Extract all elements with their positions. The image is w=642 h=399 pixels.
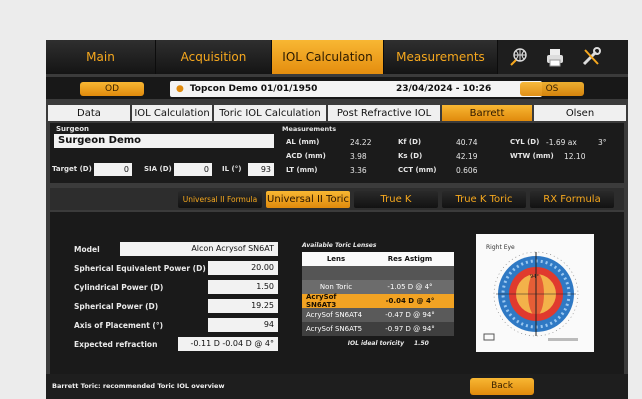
cyl-power-label: Cylindrical Power (D) (74, 283, 164, 292)
cyl-label: CYL (D) (510, 138, 540, 146)
model-field: Alcon Acrysof SN6AT (120, 242, 278, 256)
surgeon-label: Surgeon (56, 125, 90, 133)
tab-iol-calculation[interactable]: IOL Calculation (272, 40, 384, 74)
sub-tabs: Data IOL Calculation Toric IOL Calculati… (48, 105, 626, 121)
formula-tab-true-k-toric[interactable]: True K Toric (442, 191, 526, 208)
export-globe-icon[interactable] (508, 46, 530, 68)
os-button[interactable]: OS (520, 82, 584, 96)
subtab-toric-iol-calculation[interactable]: Toric IOL Calculation (214, 105, 326, 121)
wtw-label: WTW (mm) (510, 152, 554, 160)
ideal-toricity-row: IOL ideal toricity 1.50 (302, 336, 454, 350)
surgeon-input[interactable]: Surgeon Demo (54, 134, 274, 148)
il-input[interactable]: 93 (248, 163, 274, 176)
measurements-panel: Surgeon Surgeon Demo Target (D) 0 SIA (D… (50, 123, 624, 183)
lens-row-sn6at5[interactable]: AcrySof SN6AT5 -0.97 D @ 94° (302, 322, 454, 336)
lens-res: -0.47 D @ 94° (385, 311, 435, 319)
formula-tab-universal-ii-toric[interactable]: Universal II Toric (266, 191, 350, 208)
lt-value: 3.36 (350, 166, 367, 175)
patient-info: ● Topcon Demo 01/01/1950 23/04/2024 - 10… (170, 81, 542, 97)
al-value: 24.22 (350, 138, 372, 147)
measurements-label: Measurements (282, 125, 337, 133)
subtab-barrett[interactable]: Barrett (442, 105, 532, 121)
patient-date: 23/04/2024 - 10:26 (396, 84, 492, 94)
subtab-iol-calculation[interactable]: IOL Calculation (132, 105, 212, 121)
cyl-value: -1.69 ax (546, 138, 577, 147)
ideal-toricity-label: IOL ideal toricity (347, 339, 404, 347)
lens-name: AcrySof SN6AT5 (306, 325, 363, 333)
col-res-astigm: Res Astigm (387, 255, 433, 263)
il-label: IL (°) (222, 165, 242, 173)
lens-name: AcrySof SN6AT4 (306, 311, 363, 319)
tab-measurements[interactable]: Measurements (384, 40, 498, 74)
lens-name: Non Toric (319, 283, 353, 291)
sia-input[interactable]: 0 (174, 163, 212, 176)
lens-res: -0.97 D @ 94° (385, 325, 435, 333)
tools-icon[interactable] (580, 46, 602, 68)
tab-acquisition[interactable]: Acquisition (156, 40, 272, 74)
main-nav: Main Acquisition IOL Calculation Measure… (46, 40, 628, 74)
cyl-power-field: 1.50 (208, 280, 278, 294)
sph-power-field: 19.25 (208, 299, 278, 313)
kf-label: Kf (D) (398, 138, 422, 146)
acd-value: 3.98 (350, 152, 367, 161)
expected-refraction-field: -0.11 D -0.04 D @ 4° (178, 337, 278, 351)
col-lens: Lens (326, 255, 346, 263)
sph-power-label: Spherical Power (D) (74, 302, 159, 311)
lens-row-sn6at3[interactable]: AcrySof SN6AT3 -0.04 D @ 4° (302, 293, 454, 309)
formula-tabs: Universal II Formula Universal II Toric … (50, 188, 624, 210)
target-label: Target (D) (52, 165, 92, 173)
cct-value: 0.606 (456, 166, 478, 175)
tab-main[interactable]: Main (46, 40, 156, 74)
subtab-data[interactable]: Data (48, 105, 130, 121)
lens-table-spacer (302, 266, 454, 280)
ks-label: Ks (D) (398, 152, 423, 160)
sia-label: SIA (D) (144, 165, 172, 173)
lens-row-non-toric[interactable]: Non Toric -1.05 D @ 4° (302, 280, 454, 294)
lens-table-header: Lens Res Astigm (302, 252, 454, 266)
back-button[interactable]: Back (470, 378, 534, 395)
wtw-value: 12.10 (564, 152, 586, 161)
axis-field: 94 (208, 318, 278, 332)
footer-bar: Barrett Toric: recommended Toric IOL ove… (46, 374, 628, 399)
acd-label: ACD (mm) (286, 152, 326, 160)
toric-axis-graphic (483, 251, 579, 341)
patient-name: Topcon Demo 01/01/1950 (189, 84, 318, 94)
lens-res: -0.04 D @ 4° (385, 297, 435, 305)
axis-label: Axis of Placement (°) (74, 321, 164, 330)
se-power-field: 20.00 (208, 261, 278, 275)
toolbar-icons (508, 46, 602, 68)
app-window: Main Acquisition IOL Calculation Measure… (46, 40, 628, 399)
eye-diagram: Right Eye 94° (476, 234, 594, 352)
od-button[interactable]: OD (80, 82, 144, 96)
patient-icon: ● (176, 84, 184, 94)
cyl-axis-value: 3° (598, 138, 607, 147)
lens-table: Lens Res Astigm Non Toric -1.05 D @ 4° A… (302, 252, 454, 350)
cct-label: CCT (mm) (398, 166, 437, 174)
al-label: AL (mm) (286, 138, 320, 146)
axis-angle-label: 94° (530, 274, 539, 280)
ks-value: 42.19 (456, 152, 478, 161)
ideal-toricity-value: 1.50 (414, 339, 429, 347)
subtab-olsen[interactable]: Olsen (534, 105, 626, 121)
lens-table-title: Available Toric Lenses (302, 242, 377, 249)
formula-tab-universal-ii[interactable]: Universal II Formula (178, 191, 262, 208)
lens-row-sn6at4[interactable]: AcrySof SN6AT4 -0.47 D @ 94° (302, 308, 454, 322)
kf-value: 40.74 (456, 138, 478, 147)
target-input[interactable]: 0 (94, 163, 132, 176)
footer-caption: Barrett Toric: recommended Toric IOL ove… (52, 382, 225, 390)
model-label: Model (74, 245, 100, 254)
expected-refraction-label: Expected refraction (74, 340, 158, 349)
lens-res: -1.05 D @ 4° (387, 283, 433, 291)
se-power-label: Spherical Equivalent Power (D) (74, 264, 206, 273)
formula-tab-rx-formula[interactable]: RX Formula (530, 191, 614, 208)
print-icon[interactable] (544, 46, 566, 68)
eye-label: Right Eye (486, 244, 515, 251)
lens-name: AcrySof SN6AT3 (306, 293, 337, 309)
lt-label: LT (mm) (286, 166, 318, 174)
formula-tab-true-k[interactable]: True K (354, 191, 438, 208)
subtab-post-refractive-iol[interactable]: Post Refractive IOL (328, 105, 440, 121)
